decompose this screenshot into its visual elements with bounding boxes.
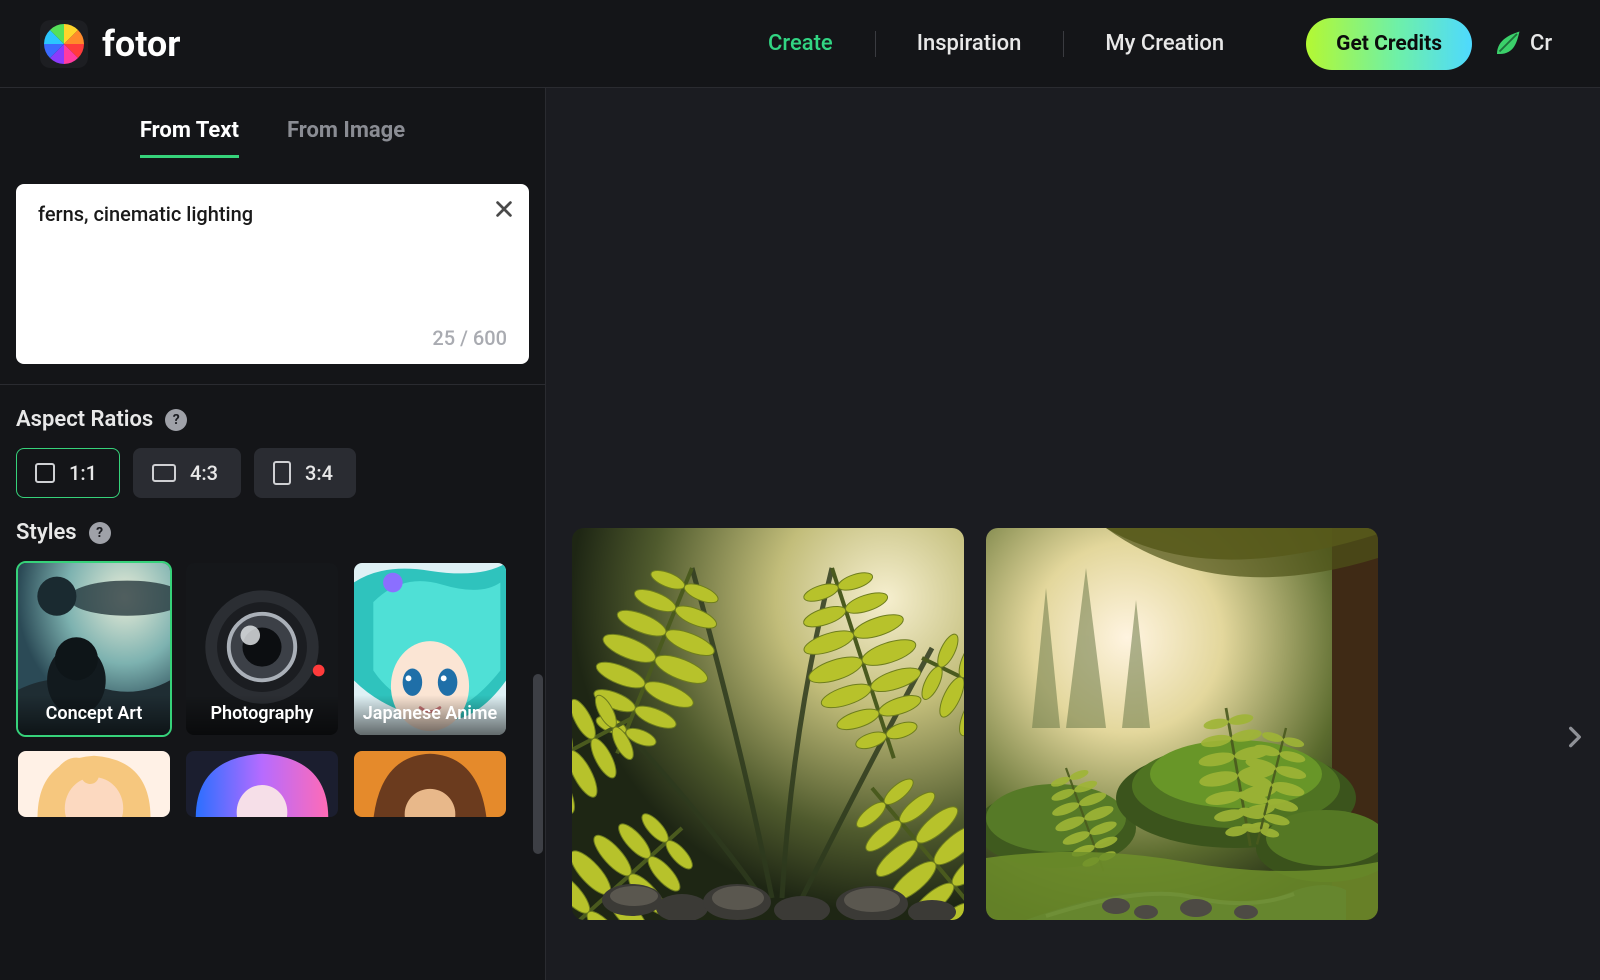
style-concept-art[interactable]: Concept Art <box>16 561 172 737</box>
top-nav: Create Inspiration My Creation <box>726 31 1266 56</box>
style-japanese-anime[interactable]: Japanese Anime <box>352 561 508 737</box>
nav-my-creation[interactable]: My Creation <box>1063 31 1266 56</box>
style-photography[interactable]: Photography <box>184 561 340 737</box>
style-label: Japanese Anime <box>354 695 506 735</box>
input-mode-tabs: From Text From Image <box>0 88 545 158</box>
result-image-2[interactable] <box>986 528 1378 920</box>
styles-title: Styles <box>16 520 77 545</box>
nav-inspiration[interactable]: Inspiration <box>875 31 1064 56</box>
square-icon <box>35 463 55 483</box>
ratio-1-1[interactable]: 1:1 <box>16 448 120 498</box>
style-card-more-1[interactable] <box>16 749 172 819</box>
header: fotor Create Inspiration My Creation Get… <box>0 0 1600 88</box>
logo-icon <box>40 20 88 68</box>
ratio-4-3[interactable]: 4:3 <box>133 448 241 498</box>
get-credits-button[interactable]: Get Credits <box>1306 18 1472 70</box>
aspect-ratio-section: Aspect Ratios ? 1:1 4:3 3:4 <box>0 385 545 498</box>
prompt-text: ferns, cinematic lighting <box>38 202 507 226</box>
main: From Text From Image ferns, cinematic li… <box>0 88 1600 980</box>
style-card-more-3[interactable] <box>352 749 508 819</box>
nav-create[interactable]: Create <box>726 31 875 56</box>
style-label: Photography <box>186 695 338 735</box>
style-card-more-2[interactable] <box>184 749 340 819</box>
landscape-icon <box>152 464 176 482</box>
tab-from-text[interactable]: From Text <box>140 118 239 158</box>
result-image-1[interactable] <box>572 528 964 920</box>
styles-help-icon[interactable]: ? <box>89 522 111 544</box>
style-label: Concept Art <box>18 695 170 735</box>
portrait-icon <box>273 461 291 485</box>
sidebar-scrollbar[interactable] <box>533 674 543 854</box>
results-area <box>546 88 1600 980</box>
sidebar: From Text From Image ferns, cinematic li… <box>0 88 546 980</box>
aspect-ratio-title: Aspect Ratios <box>16 407 153 432</box>
logo-text: fotor <box>102 23 180 65</box>
nav-right-partial[interactable]: Cr <box>1530 31 1560 56</box>
next-results-icon[interactable] <box>1562 724 1588 750</box>
ratio-3-4[interactable]: 3:4 <box>254 448 356 498</box>
tab-from-image[interactable]: From Image <box>287 118 405 158</box>
logo[interactable]: fotor <box>40 20 180 68</box>
leaf-icon <box>1492 29 1522 59</box>
prompt-count-current: 25 <box>432 326 455 350</box>
aspect-help-icon[interactable]: ? <box>165 409 187 431</box>
styles-section: Styles ? <box>0 498 545 819</box>
prompt-counter: 25 / 600 <box>432 326 507 350</box>
clear-prompt-icon[interactable] <box>493 198 515 220</box>
prompt-input[interactable]: ferns, cinematic lighting 25 / 600 <box>16 184 529 364</box>
prompt-count-max: 600 <box>473 326 507 350</box>
